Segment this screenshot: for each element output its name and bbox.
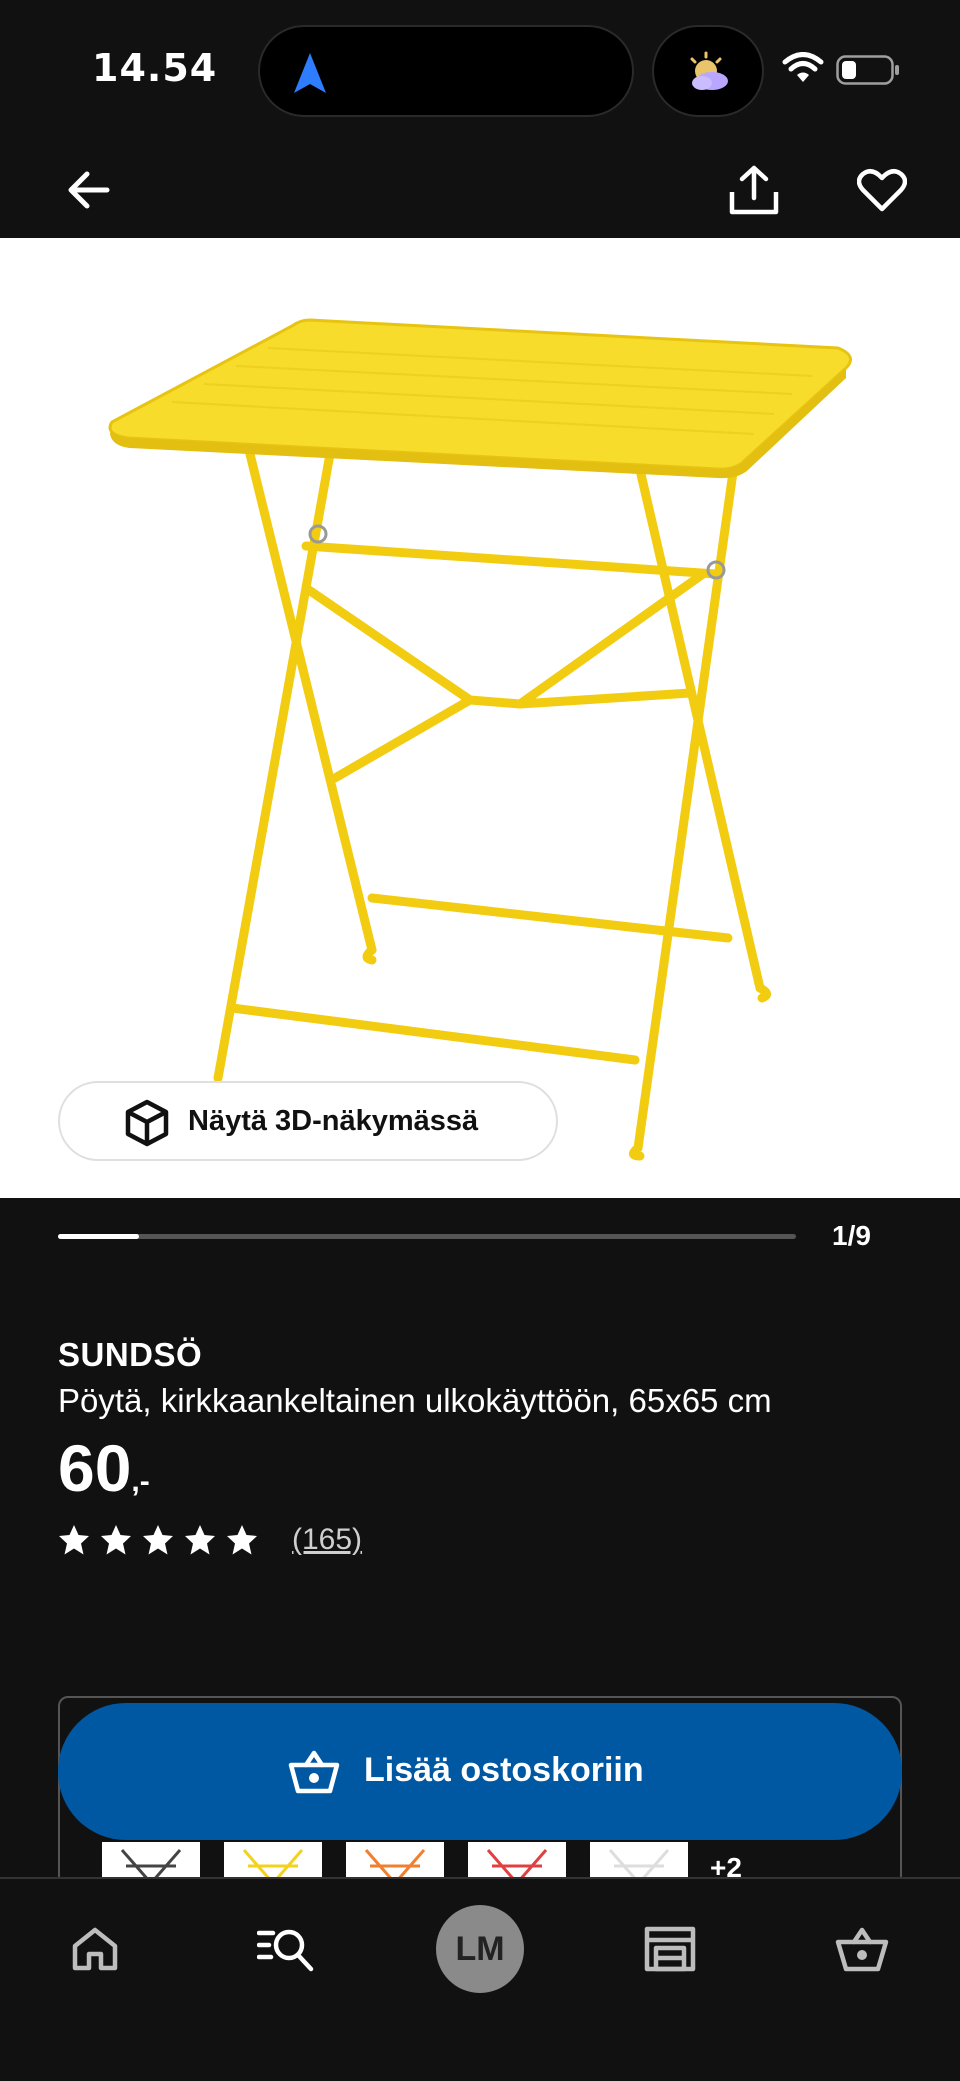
favorite-button[interactable] (852, 160, 912, 220)
price-integer: 60 (58, 1431, 132, 1505)
product-image-carousel[interactable]: Näytä 3D-näkymässä (0, 238, 960, 1198)
price-suffix: ,- (131, 1465, 150, 1498)
product-name: SUNDSÖ (58, 1336, 203, 1373)
add-to-cart-label: Lisää ostoskoriin (364, 1751, 644, 1789)
add-to-cart-button[interactable]: Lisää ostoskoriin (58, 1703, 902, 1840)
star-icon (101, 1525, 131, 1555)
navigation-arrow-icon (294, 53, 326, 93)
weather-widget (652, 25, 764, 117)
product-rating[interactable]: (165) (58, 1520, 362, 1560)
rating-stars (58, 1524, 268, 1556)
wifi-icon (782, 52, 824, 82)
tab-stores[interactable] (620, 1899, 720, 1999)
product-image-yellow-table (108, 318, 852, 1161)
cube-3d-icon (125, 1099, 169, 1147)
carousel-progress-bar (58, 1234, 796, 1239)
view-3d-button[interactable]: Näytä 3D-näkymässä (58, 1081, 558, 1161)
store-icon (644, 1926, 696, 1972)
battery-icon (836, 55, 899, 85)
status-bar: 14.54 (0, 0, 960, 140)
heart-icon (857, 169, 907, 212)
shopping-basket-icon (288, 1750, 340, 1794)
bottom-tab-bar: LM (0, 1877, 960, 2081)
avatar: LM (436, 1905, 524, 1993)
tab-cart[interactable] (812, 1899, 912, 1999)
product-description: Pöytä, kirkkaankeltainen ulkokäyttöön, 6… (58, 1382, 772, 1419)
tab-profile[interactable]: LM (430, 1899, 530, 1999)
review-count-link[interactable]: (165) (292, 1523, 362, 1557)
carousel-progress-fill (58, 1234, 140, 1239)
home-icon (72, 1927, 118, 1971)
star-icon (143, 1525, 173, 1555)
product-price: 60,- (58, 1430, 150, 1506)
star-icon (227, 1525, 257, 1555)
weather-night-icon (690, 51, 728, 90)
top-nav-bar (0, 140, 960, 238)
star-icon (185, 1525, 215, 1555)
status-time: 14.54 (92, 46, 218, 90)
arrow-left-icon (68, 171, 110, 209)
dynamic-island (258, 25, 634, 117)
back-button[interactable] (58, 160, 118, 220)
search-list-icon (257, 1929, 314, 1972)
view-3d-label: Näytä 3D-näkymässä (188, 1105, 479, 1137)
image-counter: 1/9 (832, 1220, 871, 1251)
share-button[interactable] (724, 160, 784, 220)
tab-search[interactable] (236, 1899, 336, 1999)
tab-home[interactable] (45, 1899, 145, 1999)
basket-icon (835, 1927, 889, 1972)
star-icon (59, 1525, 89, 1555)
share-icon (729, 165, 779, 215)
